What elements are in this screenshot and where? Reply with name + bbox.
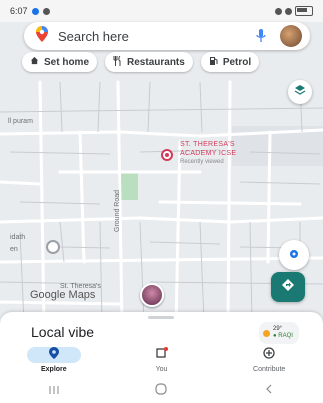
plus-circle-icon [263, 346, 275, 364]
system-navigation [0, 378, 323, 403]
nav-label: Contribute [253, 366, 286, 373]
nav-label: Explore [40, 366, 67, 373]
settings-icon [42, 7, 50, 15]
wifi-icon [285, 7, 292, 15]
sun-icon [263, 329, 270, 337]
home-circle-icon [155, 383, 168, 398]
recents-button[interactable] [34, 383, 74, 399]
home-button[interactable] [141, 383, 181, 399]
chip-restaurants[interactable]: Restaurants [105, 52, 193, 72]
weather-badge[interactable]: 29° ● RAQI [259, 322, 299, 344]
chip-label: Petrol [222, 56, 252, 68]
transit-stop-icon[interactable] [46, 240, 60, 254]
microphone-icon[interactable] [254, 28, 268, 44]
maps-logo-icon [36, 25, 48, 47]
sheet-drag-handle[interactable] [148, 316, 174, 319]
map-area-label: ll puram [8, 118, 33, 125]
recents-icon [49, 385, 59, 397]
my-location-button[interactable] [279, 240, 309, 270]
status-bar: 6:07 [0, 0, 323, 22]
map-area-label-3: en [10, 246, 18, 253]
chip-label: Restaurants [127, 56, 185, 68]
explore-sheet[interactable]: Local vibe 29° ● RAQI [0, 312, 323, 345]
nav-label: You [155, 366, 168, 373]
status-time: 6:07 [10, 6, 28, 16]
back-chevron-icon [265, 384, 273, 397]
nav-explore[interactable]: Explore [0, 345, 108, 378]
back-button[interactable] [249, 383, 289, 399]
directions-button[interactable] [271, 272, 305, 302]
school-name-line2: ACADEMY ICSE [180, 150, 237, 157]
chip-petrol[interactable]: Petrol [200, 52, 260, 72]
weather-temp: 29° [273, 326, 283, 332]
battery-icon [295, 6, 313, 16]
avatar[interactable] [280, 25, 302, 47]
bookmark-icon [155, 346, 168, 364]
fuel-icon [209, 56, 218, 69]
location-pin-icon [48, 346, 59, 364]
school-place-label[interactable]: ST. THERESA'S ACADEMY ICSE Recently view… [180, 140, 236, 167]
chip-set-home[interactable]: Set home [22, 52, 98, 72]
my-location-icon [289, 246, 299, 264]
street-label: Ground Road [114, 189, 121, 232]
sheet-title: Local vibe [31, 324, 95, 340]
user-avatar-pin[interactable] [140, 283, 164, 307]
layers-button[interactable] [288, 80, 312, 104]
map-area-label-2: idath [10, 234, 26, 241]
nav-contribute[interactable]: Contribute [215, 345, 323, 378]
directions-icon [281, 278, 295, 297]
chip-label: Set home [44, 56, 90, 68]
search-bar[interactable]: Search here [24, 22, 310, 50]
weather-text: 29° ● RAQI [273, 326, 293, 340]
google-maps-logo: Google Maps [30, 289, 96, 301]
category-chips: Set home Restaurants Petrol [22, 52, 323, 74]
school-name-line1: ST. THERESA'S [180, 141, 235, 148]
fork-knife-icon [113, 55, 122, 69]
signal-icon [275, 7, 282, 15]
school-subtitle: Recently viewed [180, 159, 224, 165]
notification-icon [31, 7, 39, 15]
place-pin-icon[interactable] [160, 148, 174, 167]
layers-icon [294, 83, 306, 101]
search-input[interactable]: Search here [58, 29, 254, 44]
bottom-navigation: Explore You Contribute [0, 345, 323, 378]
weather-aqi: ● RAQI [273, 333, 293, 339]
nav-you[interactable]: You [108, 345, 216, 378]
home-icon [30, 56, 39, 68]
